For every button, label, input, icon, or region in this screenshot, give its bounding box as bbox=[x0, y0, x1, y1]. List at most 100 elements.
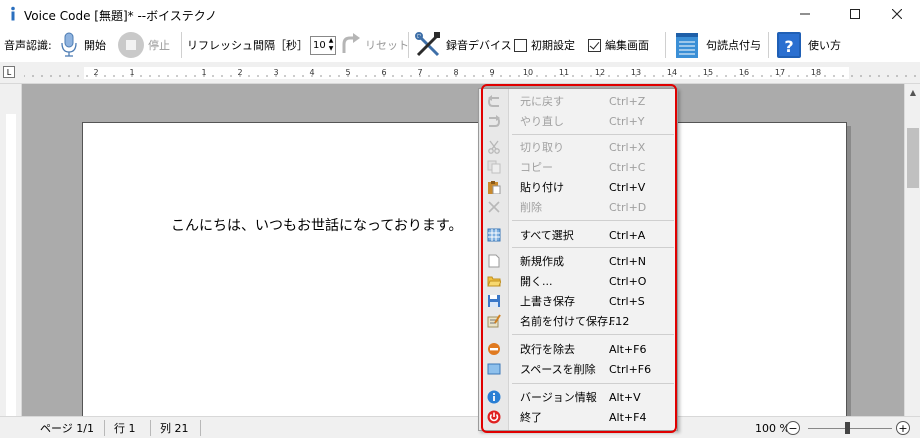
context-menu-item-shortcut: Ctrl+X bbox=[609, 140, 646, 154]
context-menu-item[interactable]: やり直し Ctrl+Y bbox=[479, 111, 677, 131]
context-menu-item[interactable]: バージョン情報 Alt+V bbox=[479, 387, 677, 407]
context-menu-item[interactable]: すべて選択 Ctrl+A bbox=[479, 225, 677, 245]
close-button[interactable] bbox=[874, 0, 920, 28]
help-label: 使い方 bbox=[808, 39, 841, 52]
horizontal-ruler[interactable]: 2 1 1 2 3 4 5 6 7 8 9 10 11 12 13 14 15 16 17 18 bbox=[24, 66, 916, 80]
context-menu-item[interactable]: 上書き保存 Ctrl+S bbox=[479, 291, 677, 311]
context-menu-item-label: 改行を除去 bbox=[520, 343, 575, 356]
line-indicator: 行 1 bbox=[114, 422, 136, 435]
refresh-interval-label: リフレッシュ間隔［秒］ bbox=[187, 39, 308, 52]
context-menu-item[interactable]: 名前を付けて保存... F12 bbox=[479, 311, 677, 331]
open-folder-icon bbox=[487, 276, 501, 287]
document-area[interactable]: こんにちは、いつもお世話になっております。 bbox=[22, 84, 904, 416]
context-menu-item[interactable]: 新規作成 Ctrl+N bbox=[479, 251, 677, 271]
zoom-slider-thumb[interactable] bbox=[845, 422, 850, 434]
context-menu-item[interactable]: コピー Ctrl+C bbox=[479, 157, 677, 177]
context-menu-item[interactable]: 改行を除去 Alt+F6 bbox=[479, 339, 677, 359]
refresh-interval-value: 10 bbox=[313, 39, 326, 51]
context-menu-item[interactable]: 終了 Alt+F4 bbox=[479, 407, 677, 427]
spinner-arrows-icon[interactable]: ▲ ▼ bbox=[329, 37, 334, 53]
context-menu-separator bbox=[512, 134, 674, 135]
zoom-in-button[interactable]: + bbox=[896, 421, 910, 435]
minimize-button[interactable] bbox=[782, 0, 828, 28]
zoom-slider[interactable] bbox=[808, 428, 892, 429]
vertical-scrollbar[interactable]: ▲ bbox=[904, 84, 920, 416]
notepad-icon bbox=[676, 33, 698, 58]
ruler-number: 6 bbox=[381, 68, 386, 77]
help-button[interactable]: ? 使い方 bbox=[776, 28, 841, 62]
microphone-icon bbox=[61, 32, 77, 57]
context-menu-item-label: スペースを削除 bbox=[520, 363, 596, 376]
save-as-icon bbox=[487, 314, 501, 328]
context-menu-item-label: 名前を付けて保存... bbox=[520, 315, 619, 328]
ruler-number: 16 bbox=[739, 68, 749, 77]
context-menu-item-label: やり直し bbox=[520, 115, 564, 128]
ruler-number: 8 bbox=[453, 68, 458, 77]
context-menu-item-shortcut: Ctrl+Y bbox=[609, 114, 645, 128]
context-menu-separator bbox=[512, 220, 674, 221]
vertical-ruler-ticks bbox=[6, 114, 16, 416]
column-indicator: 列 21 bbox=[160, 422, 189, 435]
window-title: Voice Code [無題]* --ボイステクノ bbox=[24, 9, 218, 23]
context-menu-item[interactable]: スペースを削除 Ctrl+F6 bbox=[479, 359, 677, 379]
checkbox-icon[interactable] bbox=[514, 38, 527, 52]
context-menu-item-shortcut: Ctrl+A bbox=[609, 228, 646, 242]
page-indicator: ページ 1/1 bbox=[40, 422, 94, 435]
maximize-button[interactable] bbox=[832, 0, 878, 28]
context-menu-item-label: 開く... bbox=[520, 275, 553, 288]
context-menu-item-label: バージョン情報 bbox=[520, 391, 597, 404]
context-menu-separator bbox=[512, 334, 674, 335]
context-menu-separator bbox=[512, 247, 674, 248]
context-menu-item-shortcut: Ctrl+Z bbox=[609, 94, 646, 108]
edit-screen-checkbox[interactable]: 編集画面 bbox=[588, 28, 649, 62]
remove-linebreak-icon bbox=[488, 343, 500, 355]
punctuation-label: 句読点付与 bbox=[706, 39, 761, 52]
undo-icon bbox=[487, 95, 499, 107]
document-page[interactable]: こんにちは、いつもお世話になっております。 bbox=[82, 122, 847, 416]
context-menu-item[interactable]: 開く... Ctrl+O bbox=[479, 271, 677, 291]
status-bar: ページ 1/1 行 1 列 21 100 % − + bbox=[0, 416, 920, 438]
context-menu-item[interactable]: 元に戻す Ctrl+Z bbox=[479, 91, 677, 111]
reset-button[interactable]: リセット bbox=[338, 28, 409, 62]
scrollbar-thumb[interactable] bbox=[907, 128, 919, 188]
stop-button[interactable]: 停止 bbox=[117, 28, 170, 62]
toolbar-divider bbox=[665, 32, 666, 58]
ruler-number: 7 bbox=[417, 68, 422, 77]
scroll-up-icon[interactable]: ▲ bbox=[905, 84, 920, 100]
context-menu-item-shortcut: Alt+F6 bbox=[609, 342, 647, 356]
horizontal-ruler-bar: L 2 1 1 2 3 4 5 6 7 8 9 10 11 12 13 14 15 16 17 18 bbox=[0, 62, 920, 84]
start-button[interactable]: 開始 bbox=[60, 28, 106, 62]
checkbox-checked-icon[interactable] bbox=[588, 38, 601, 52]
stop-icon bbox=[118, 32, 144, 58]
status-divider bbox=[150, 420, 151, 436]
zoom-out-button[interactable]: − bbox=[786, 421, 800, 435]
document-text[interactable]: こんにちは、いつもお世話になっております。 bbox=[171, 215, 462, 235]
ruler-number: 4 bbox=[309, 68, 314, 77]
toolbar-divider bbox=[768, 32, 769, 58]
maximize-icon bbox=[850, 9, 860, 19]
help-book-icon: ? bbox=[777, 32, 801, 58]
tab-stop-selector[interactable]: L bbox=[3, 66, 15, 78]
title-bar: Voice Code [無題]* --ボイステクノ bbox=[0, 0, 920, 28]
tools-icon bbox=[415, 32, 440, 57]
ruler-number: 2 bbox=[237, 68, 242, 77]
context-menu-item-shortcut: Ctrl+N bbox=[609, 254, 647, 268]
recording-device-button[interactable]: 録音デバイス bbox=[414, 28, 512, 62]
context-menu-item[interactable]: 削除 Ctrl+D bbox=[479, 197, 677, 217]
power-icon bbox=[487, 410, 501, 424]
context-menu-item-shortcut: Ctrl+O bbox=[609, 274, 647, 288]
context-menu-item[interactable]: 切り取り Ctrl+X bbox=[479, 137, 677, 157]
refresh-interval-spinner[interactable]: 10 ▲ ▼ bbox=[306, 28, 337, 62]
ruler-number: 2 bbox=[93, 68, 98, 77]
initial-settings-checkbox[interactable]: 初期設定 bbox=[514, 28, 575, 62]
punctuation-button[interactable]: 句読点付与 bbox=[674, 28, 761, 62]
close-icon bbox=[892, 9, 902, 19]
new-file-icon bbox=[488, 254, 500, 268]
context-menu-item[interactable]: 貼り付け Ctrl+V bbox=[479, 177, 677, 197]
ruler-number: 18 bbox=[811, 68, 821, 77]
context-menu-item-label: 削除 bbox=[520, 201, 542, 214]
context-menu-item-label: 貼り付け bbox=[520, 181, 564, 194]
context-menu-item-label: 切り取り bbox=[520, 141, 564, 154]
context-menu-item-label: 上書き保存 bbox=[520, 295, 575, 308]
recording-device-label: 録音デバイス bbox=[446, 39, 512, 52]
